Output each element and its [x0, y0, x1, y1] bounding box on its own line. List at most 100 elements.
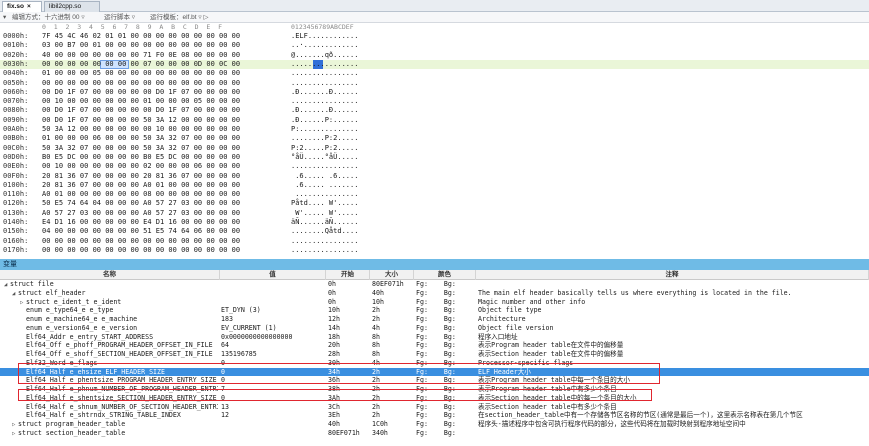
hex-row[interactable]: 0080h: 00 D0 1F 07 00 00 00 00 00 D0 1F 0…	[0, 106, 869, 115]
hex-editor-view[interactable]: 0 1 2 3 4 5 6 7 8 9 A B C D E F 01234567…	[0, 23, 869, 259]
hex-ascii[interactable]: P:2.....P:2.....	[291, 144, 358, 153]
close-icon[interactable]: ×	[27, 3, 31, 10]
hex-row[interactable]: 0140h: E4 D1 16 00 00 00 00 00 E4 D1 16 0…	[0, 218, 869, 227]
hex-ascii[interactable]: ................	[291, 60, 358, 69]
hex-row[interactable]: 0010h: 03 00 B7 00 01 00 00 00 00 00 00 0…	[0, 41, 869, 50]
hex-row[interactable]: 0150h: 04 00 00 00 00 00 00 00 51 E5 74 6…	[0, 227, 869, 236]
variable-color-cell[interactable]: Fg: Bg:	[416, 411, 476, 420]
variable-row[interactable]: Elf64_Half e_shnum_NUMBER_OF_SECTION_HEA…	[0, 403, 869, 412]
hex-row[interactable]: 0160h: 00 00 00 00 00 00 00 00 00 00 00 0…	[0, 237, 869, 246]
variable-color-cell[interactable]: Fg: Bg:	[416, 394, 476, 403]
hex-ascii[interactable]: ................	[291, 69, 358, 78]
hex-ascii[interactable]: ................	[291, 237, 358, 246]
hex-row[interactable]: 0090h: 00 D0 1F 07 00 00 00 00 50 3A 12 0…	[0, 116, 869, 125]
variable-row[interactable]: Elf64_Off e_shoff_SECTION_HEADER_OFFSET_…	[0, 350, 869, 359]
variable-color-cell[interactable]: Fg: Bg:	[416, 385, 476, 394]
variable-row[interactable]: Elf64_Half e_shentsize_SECTION_HEADER_EN…	[0, 394, 869, 403]
hex-bytes[interactable]: 50 3A 32 07 00 00 00 00 50 3A 32 07 00 0…	[42, 144, 240, 153]
variables-tree[interactable]: ◢ struct file 0h 80EF071h Fg: Bg: ◢ struct elf_…	[0, 280, 869, 446]
hex-bytes[interactable]: 00 10 00 00 00 00 00 00 01 00 00 00 05 0…	[42, 97, 240, 106]
hex-row[interactable]: 0100h: 20 81 36 07 00 00 00 00 A0 01 00 0…	[0, 181, 869, 190]
hex-row[interactable]: 0040h: 01 00 00 00 05 00 00 00 00 00 00 0…	[0, 69, 869, 78]
variable-color-cell[interactable]: Fg: Bg:	[416, 306, 476, 315]
column-color[interactable]: 颜色	[414, 270, 476, 280]
hex-row[interactable]: 0020h: 40 00 00 00 00 00 00 00 71 F0 0E 0…	[0, 51, 869, 60]
hex-row[interactable]: 0070h: 00 10 00 00 00 00 00 00 01 00 00 0…	[0, 97, 869, 106]
hex-bytes[interactable]: 00 00 00 00 00 00 00 00 00 00 00 00 00 0…	[42, 79, 240, 88]
hex-ascii[interactable]: .6..... .6.....	[291, 172, 358, 181]
variable-row[interactable]: ▷ struct section_header_table 80EF071h 340h…	[0, 429, 869, 438]
hex-row[interactable]: 00E0h: 00 10 00 00 00 00 00 00 02 00 00 0…	[0, 162, 869, 171]
hex-row[interactable]: 00C0h: 50 3A 32 07 00 00 00 00 50 3A 32 0…	[0, 144, 869, 153]
hex-ascii[interactable]: W'..... W'.....	[291, 209, 358, 218]
hex-row[interactable]: 00B0h: 01 00 00 00 06 00 00 00 50 3A 32 0…	[0, 134, 869, 143]
hex-bytes[interactable]: 00 D0 1F 07 00 00 00 00 00 D0 1F 07 00 0…	[42, 88, 240, 97]
variable-color-cell[interactable]: Fg: Bg:	[416, 315, 476, 324]
hex-bytes[interactable]: 00 D0 1F 07 00 00 00 00 00 D0 1F 07 00 0…	[42, 106, 240, 115]
variable-row[interactable]: ◢ struct file 0h 80EF071h Fg: Bg:	[0, 280, 869, 289]
hex-row[interactable]: 0000h: 7F 45 4C 46 02 01 01 00 00 00 00 0…	[0, 32, 869, 41]
hex-row[interactable]: 00F0h: 20 81 36 07 00 00 00 00 20 81 36 0…	[0, 172, 869, 181]
variable-color-cell[interactable]: Fg: Bg:	[416, 289, 476, 298]
hex-ascii[interactable]: @.......qð......	[291, 51, 358, 60]
hex-bytes[interactable]: 04 00 00 00 00 00 00 00 51 E5 74 64 06 0…	[42, 227, 240, 236]
hex-row[interactable]: 00D0h: B0 E5 DC 00 00 00 00 00 B0 E5 DC 0…	[0, 153, 869, 162]
hex-ascii[interactable]: ................	[291, 246, 358, 255]
hex-ascii[interactable]: .ELF............	[291, 32, 358, 41]
hex-bytes[interactable]: 20 81 36 07 00 00 00 00 A0 01 00 00 00 0…	[42, 181, 240, 190]
column-name[interactable]: 名称	[0, 270, 220, 280]
column-start[interactable]: 开始	[326, 270, 370, 280]
hex-bytes[interactable]: 01 00 00 00 05 00 00 00 00 00 00 00 00 0…	[42, 69, 240, 78]
variable-row[interactable]: ◢ struct elf_header 0h 40h Fg: Bg: The main el…	[0, 289, 869, 298]
variable-row[interactable]: Elf64_Half e_ehsize_ELF_HEADER_SIZE 0 34h 2…	[0, 367, 869, 377]
hex-ascii[interactable]: .Ð.......Ð......	[291, 88, 358, 97]
hex-row[interactable]: 0120h: 50 E5 74 64 04 00 00 00 A0 57 27 0…	[0, 199, 869, 208]
hex-bytes[interactable]: 01 00 00 00 06 00 00 00 50 3A 32 07 00 0…	[42, 134, 240, 143]
hex-ascii[interactable]: .Ð.......Ð......	[291, 106, 358, 115]
file-tab[interactable]: libil2cpp.so	[44, 1, 100, 12]
file-tab[interactable]: fix.so ×	[2, 1, 42, 12]
hex-bytes[interactable]: 50 3A 12 00 00 00 00 00 00 10 00 00 00 0…	[42, 125, 240, 134]
hex-bytes[interactable]: 00 00 00 00 00 00 00 00 07 00 00 00 0D 0…	[42, 60, 240, 69]
hex-ascii[interactable]: äÑ......äÑ......	[291, 218, 358, 227]
variable-row[interactable]: Elf64_Half e_shtrndx_STRING_TABLE_INDEX 1…	[0, 411, 869, 420]
variable-color-cell[interactable]: Fg: Bg:	[416, 298, 476, 307]
variable-color-cell[interactable]: Fg: Bg:	[416, 420, 476, 429]
variable-color-cell[interactable]: Fg: Bg:	[416, 341, 476, 350]
hex-ascii[interactable]: ................	[291, 162, 358, 171]
hex-bytes[interactable]: 50 E5 74 64 04 00 00 00 A0 57 27 03 00 0…	[42, 199, 240, 208]
variable-row[interactable]: Elf64_Half e_phentsize_PROGRAM_HEADER_EN…	[0, 376, 869, 385]
hex-bytes[interactable]: 00 10 00 00 00 00 00 00 02 00 00 00 06 0…	[42, 162, 240, 171]
hex-row[interactable]: 00A0h: 50 3A 12 00 00 00 00 00 00 10 00 0…	[0, 125, 869, 134]
hex-ascii[interactable]: .Ð......P:......	[291, 116, 358, 125]
variable-row[interactable]: ▷ struct program_header_table 40h 1C0h Fg: Bg…	[0, 420, 869, 429]
hex-bytes[interactable]: A0 01 00 00 00 00 00 00 08 00 00 00 00 0…	[42, 190, 240, 199]
hex-row[interactable]: 0130h: A0 57 27 03 00 00 00 00 A0 57 27 0…	[0, 209, 869, 218]
hex-ascii[interactable]: .6..... .......	[291, 181, 358, 190]
hex-bytes[interactable]: 00 D0 1F 07 00 00 00 00 50 3A 12 00 00 0…	[42, 116, 240, 125]
hex-row[interactable]: 0110h: A0 01 00 00 00 00 00 00 08 00 00 0…	[0, 190, 869, 199]
column-size[interactable]: 大小	[370, 270, 414, 280]
variable-color-cell[interactable]: Fg: Bg:	[416, 324, 476, 333]
variable-row[interactable]: Elf64_Off e_phoff_PROGRAM_HEADER_OFFSET_…	[0, 341, 869, 350]
hex-bytes[interactable]: 00 00 00 00 00 00 00 00 00 00 00 00 00 0…	[42, 237, 240, 246]
hex-bytes[interactable]: 20 81 36 07 00 00 00 00 20 81 36 07 00 0…	[42, 172, 240, 181]
hex-ascii[interactable]: Påtd.... W'.....	[291, 199, 358, 208]
variable-row[interactable]: enum e_version64_e e_version EV_CURRENT (…	[0, 324, 869, 333]
column-comment[interactable]: 注释	[476, 270, 869, 280]
variable-row[interactable]: ▷ struct e_ident_t e_ident 0h 10h Fg: Bg: Magi…	[0, 298, 869, 307]
hex-bytes[interactable]: E4 D1 16 00 00 00 00 00 E4 D1 16 00 00 0…	[42, 218, 240, 227]
hex-row[interactable]: 0030h: 00 00 00 00 00 00 00 00 07 00 00 0…	[0, 59, 869, 69]
hex-ascii[interactable]: ................	[291, 97, 358, 106]
hex-row[interactable]: 0050h: 00 00 00 00 00 00 00 00 00 00 00 0…	[0, 79, 869, 88]
bookmark-icon[interactable]: ▾	[3, 13, 6, 22]
variable-color-cell[interactable]: Fg: Bg:	[416, 403, 476, 412]
hex-row[interactable]: 0170h: 00 00 00 00 00 00 00 00 00 00 00 0…	[0, 246, 869, 255]
hex-bytes[interactable]: 40 00 00 00 00 00 00 00 71 F0 0E 08 00 0…	[42, 51, 240, 60]
variable-color-cell[interactable]: Fg: Bg:	[416, 333, 476, 342]
variable-color-cell[interactable]: Fg: Bg:	[416, 429, 476, 438]
run-script-dropdown[interactable]: 运行脚本 ▿	[104, 13, 135, 22]
column-value[interactable]: 值	[220, 270, 326, 280]
hex-ascii[interactable]: ........Qåtd....	[291, 227, 358, 236]
run-template-dropdown[interactable]: 运行模板：elf.bt ▿ ▷	[150, 13, 208, 22]
